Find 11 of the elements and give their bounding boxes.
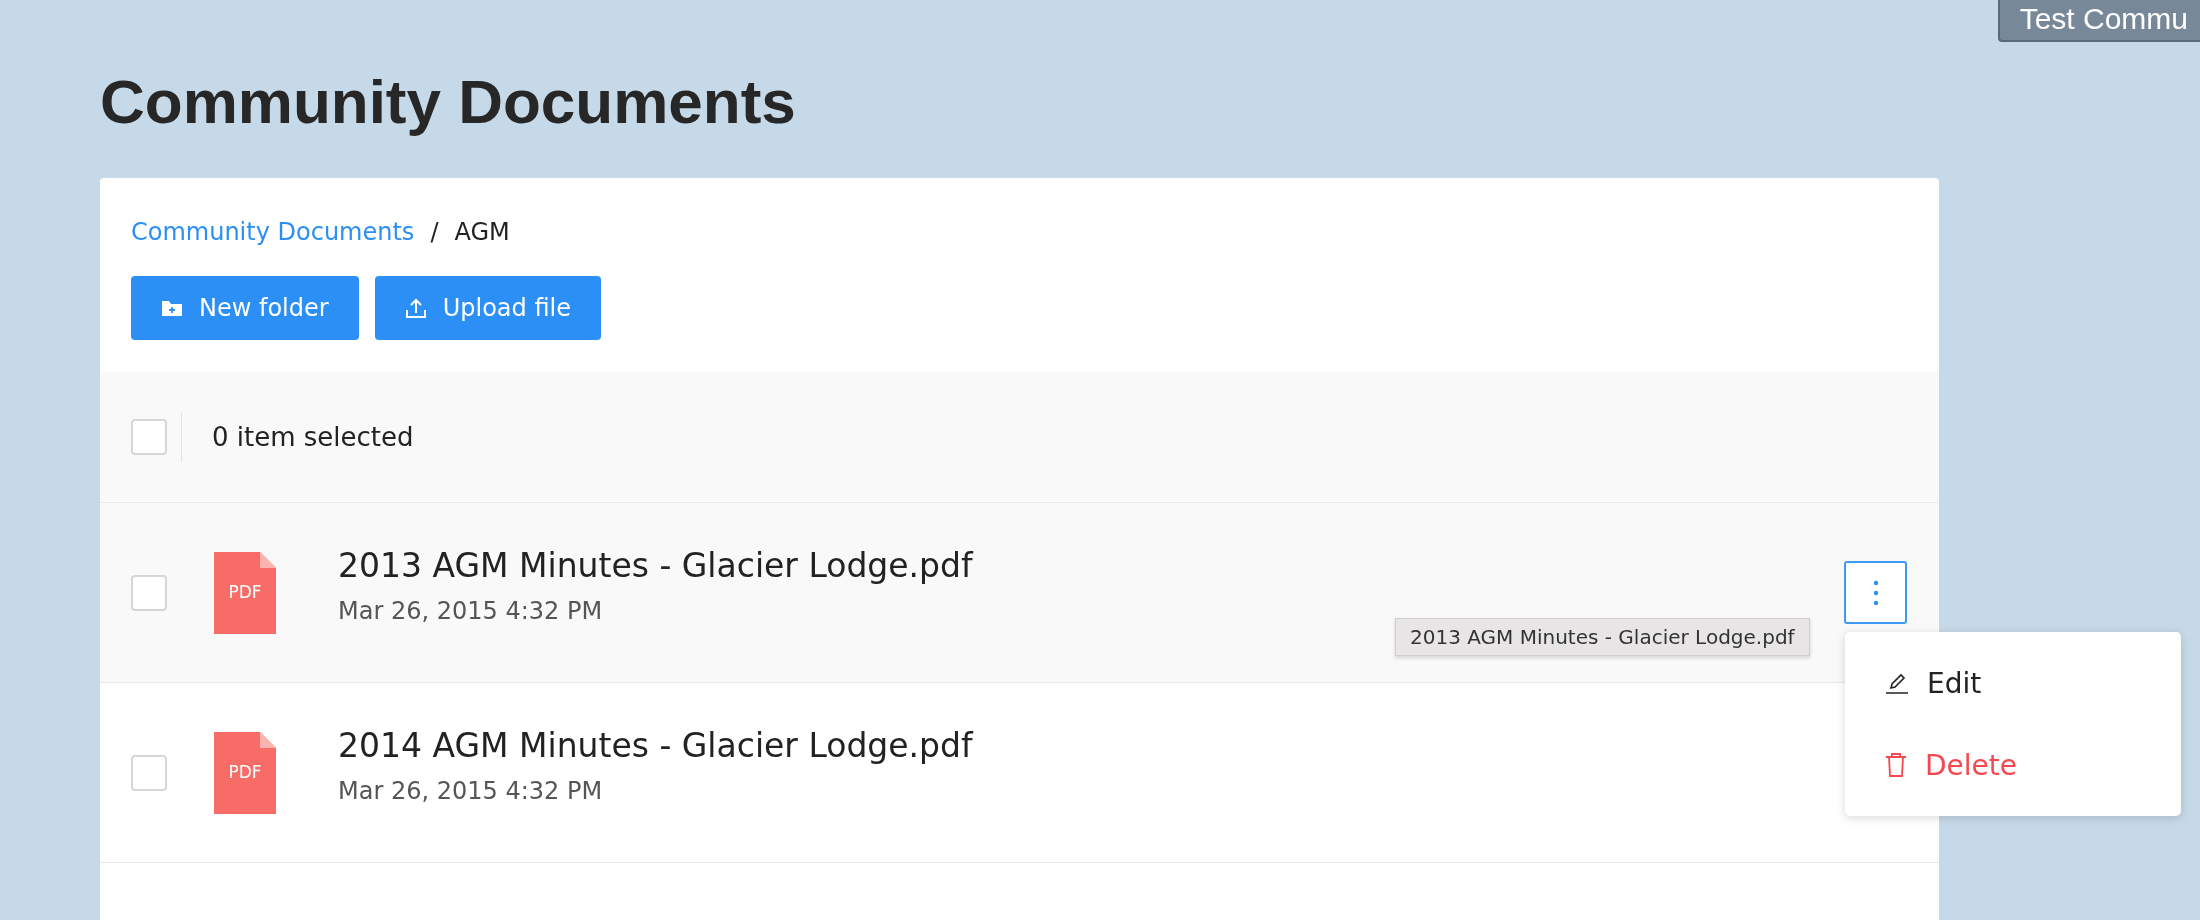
- selection-count: 0 item selected: [212, 422, 414, 452]
- file-date: Mar 26, 2015 4:32 PM: [338, 597, 604, 625]
- file-name: 2013 AGM Minutes - Glacier Lodge.pdf: [338, 546, 973, 585]
- pdf-file-icon: PDF: [214, 731, 276, 814]
- file-name: 2014 AGM Minutes - Glacier Lodge.pdf: [338, 726, 973, 765]
- breadcrumb-separator: /: [430, 218, 439, 246]
- breadcrumb-current: AGM: [454, 218, 510, 246]
- tooltip: 2013 AGM Minutes - Glacier Lodge.pdf: [1395, 618, 1810, 656]
- page-title: Community Documents: [100, 66, 797, 138]
- file-date: Mar 26, 2015 4:32 PM: [338, 777, 604, 805]
- pdf-file-icon: PDF: [214, 551, 276, 634]
